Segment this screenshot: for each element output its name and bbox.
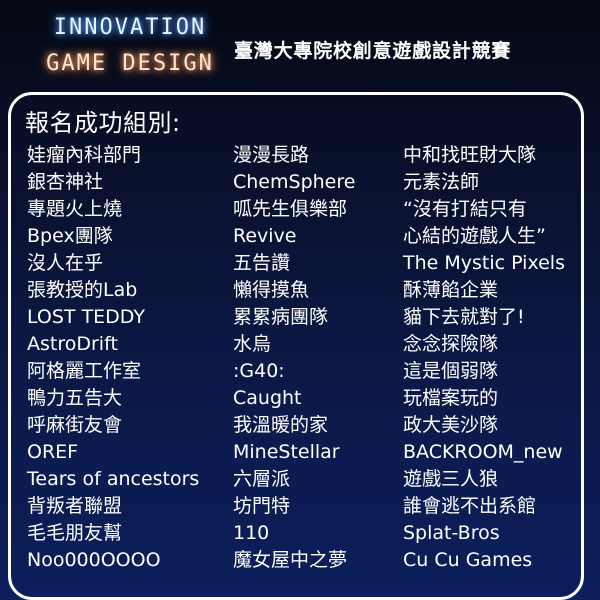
- team-column-3: 中和找旺財大隊 元素法師 “沒有打結只有 心結的遊戲人生” The Mystic…: [403, 142, 565, 574]
- logo-line-game-design: GAME DESIGN: [46, 51, 214, 76]
- team-name: 坊門特: [233, 495, 291, 517]
- team-name: Cu Cu Games: [403, 549, 533, 571]
- team-name: 背叛者聯盟: [27, 495, 123, 517]
- team-name: ChemSphere: [233, 171, 356, 193]
- team-name: 中和找旺財大隊: [403, 144, 537, 166]
- innovation-game-design-logo: INNOVATION GAME DESIGN: [30, 10, 230, 82]
- team-name: The Mystic Pixels: [403, 252, 565, 274]
- team-name: 娃瘤內科部門: [27, 144, 142, 166]
- team-name: 110: [233, 522, 270, 544]
- team-name: 呼麻街友會: [27, 414, 123, 436]
- team-column-2: 漫漫長路 ChemSphere 呱先生俱樂部 Revive 五告讚 懶得摸魚 累…: [233, 142, 355, 574]
- team-name: 五告讚: [233, 252, 291, 274]
- team-name: 漫漫長路: [233, 144, 310, 166]
- team-column-1: 娃瘤內科部門 銀杏神社 專題火上燒 Bpex團隊 沒人在乎 張教授的Lab LO…: [27, 142, 199, 574]
- team-name: 專題火上燒: [27, 198, 123, 220]
- team-name: 貓下去就對了!: [403, 306, 525, 328]
- team-name: 沒人在乎: [27, 252, 104, 274]
- team-name: LOST TEDDY: [27, 306, 146, 328]
- team-name: Caught: [233, 387, 302, 409]
- team-name: 毛毛朋友幫: [27, 522, 123, 544]
- team-name: 遊戲三人狼: [403, 468, 499, 490]
- team-name: OREF: [27, 441, 79, 463]
- team-name: 鴨力五告大: [27, 387, 123, 409]
- team-name: 呱先生俱樂部: [233, 198, 348, 220]
- team-name: Noo000OOOO: [27, 549, 161, 571]
- team-name: 累累病團隊: [233, 306, 329, 328]
- team-name: 阿格麗工作室: [27, 360, 142, 382]
- team-name: 銀杏神社: [27, 171, 104, 193]
- team-name: AstroDrift: [27, 333, 118, 355]
- registered-teams-panel: 報名成功組別: 娃瘤內科部門 銀杏神社 專題火上燒 Bpex團隊 沒人在乎 張教…: [8, 92, 584, 600]
- team-name: Bpex團隊: [27, 225, 113, 247]
- team-name: 心結的遊戲人生”: [403, 225, 546, 247]
- team-name: 我溫暖的家: [233, 414, 329, 436]
- announcement-page: INNOVATION GAME DESIGN 臺灣大專院校創意遊戲設計競賽 報名…: [0, 0, 600, 600]
- team-name: 元素法師: [403, 171, 480, 193]
- team-name: Tears of ancestors: [27, 468, 200, 490]
- team-name: :G40:: [233, 360, 285, 382]
- team-name: 政大美沙隊: [403, 414, 499, 436]
- event-title: 臺灣大專院校創意遊戲設計競賽: [234, 40, 512, 62]
- team-name: 張教授的Lab: [27, 279, 138, 301]
- team-name: 念念探險隊: [403, 333, 499, 355]
- team-name: Splat-Bros: [403, 522, 500, 544]
- team-name: 懶得摸魚: [233, 279, 310, 301]
- team-name: BACKROOM_new: [403, 441, 563, 463]
- team-name: 魔女屋中之夢: [233, 549, 348, 571]
- panel-heading: 報名成功組別:: [25, 109, 181, 137]
- team-name: Revive: [233, 225, 297, 247]
- team-name: 六層派: [233, 468, 291, 490]
- team-name: 水烏: [233, 333, 272, 355]
- team-name: 誰會逃不出系館: [403, 495, 537, 517]
- team-name: “沒有打結只有: [403, 198, 527, 220]
- team-name: MineStellar: [233, 441, 340, 463]
- team-name: 這是個弱隊: [403, 360, 499, 382]
- logo-line-innovation: INNOVATION: [53, 15, 207, 40]
- team-name: 酥薄餡企業: [403, 279, 499, 301]
- team-name: 玩檔案玩的: [403, 387, 499, 409]
